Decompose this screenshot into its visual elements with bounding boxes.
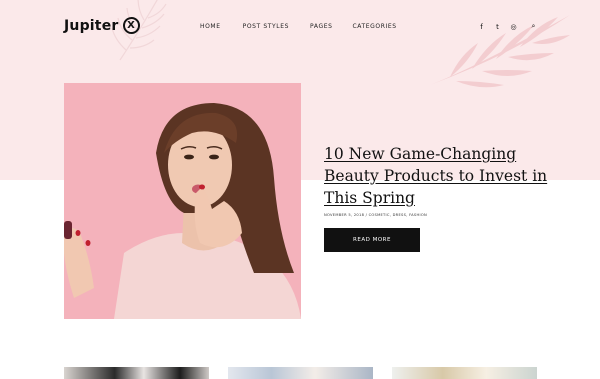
logo-x-icon: X bbox=[122, 17, 140, 34]
site-logo[interactable]: Jupiter X bbox=[64, 17, 140, 34]
woman-portrait-illustration bbox=[64, 103, 301, 319]
search-icon[interactable]: ⌕ bbox=[530, 22, 537, 31]
nav-item-categories[interactable]: CATEGORIES bbox=[353, 23, 397, 30]
nav-item-post-styles[interactable]: POST STYLES bbox=[243, 23, 289, 30]
featured-post-meta: NOVEMBER 5, 2018 / COSMETIC, DRESS, FASH… bbox=[324, 213, 427, 217]
facebook-icon[interactable]: f bbox=[478, 23, 485, 31]
post-thumbnail-2[interactable] bbox=[228, 367, 373, 379]
featured-post-title[interactable]: 10 New Game-Changing Beauty Products to … bbox=[324, 143, 554, 209]
twitter-icon[interactable]: t bbox=[494, 23, 501, 31]
nav-item-pages[interactable]: PAGES bbox=[310, 23, 332, 30]
site-header: Jupiter X HOME POST STYLES PAGES CATEGOR… bbox=[0, 0, 600, 56]
social-links: f t ◎ ⌕ bbox=[478, 22, 537, 31]
logo-text: Jupiter bbox=[64, 17, 119, 34]
featured-post-image[interactable] bbox=[64, 83, 301, 319]
post-thumbnail-1[interactable] bbox=[64, 367, 209, 379]
post-thumbnail-3[interactable] bbox=[392, 367, 537, 379]
instagram-icon[interactable]: ◎ bbox=[510, 23, 517, 31]
read-more-button[interactable]: READ MORE bbox=[324, 228, 420, 252]
main-navigation: HOME POST STYLES PAGES CATEGORIES bbox=[200, 23, 417, 30]
nav-item-home[interactable]: HOME bbox=[200, 23, 221, 30]
